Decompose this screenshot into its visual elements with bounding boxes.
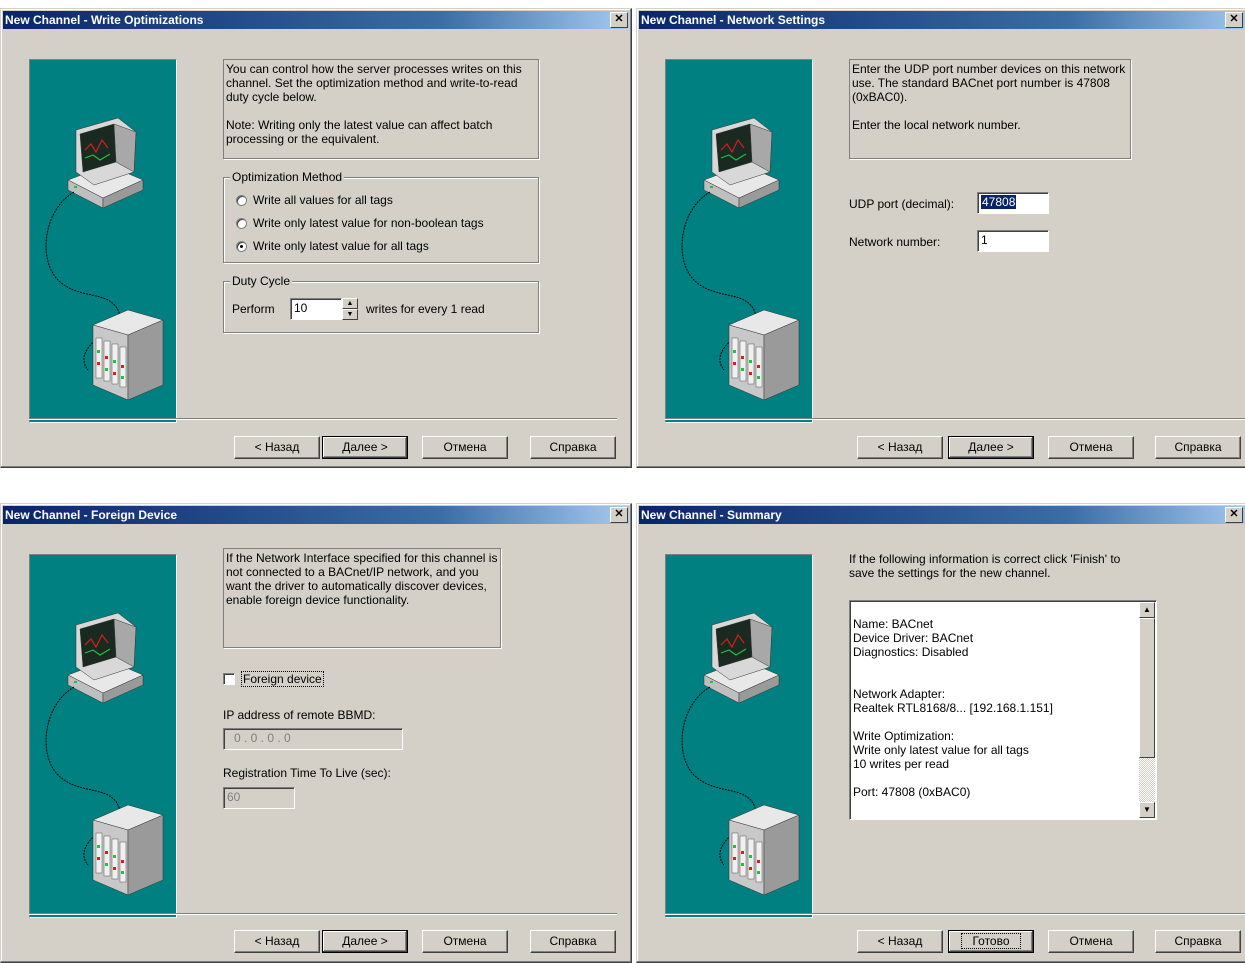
title-bar[interactable]: New Channel - Network Settings ✕	[639, 11, 1245, 29]
network-number-label: Network number:	[849, 235, 941, 249]
title-bar[interactable]: New Channel - Summary ✕	[639, 506, 1245, 524]
scrollbar[interactable]: ▲ ▼	[1139, 602, 1155, 818]
summary-details-text: Name: BACnet Device Driver: BACnet Diagn…	[853, 617, 1053, 799]
next-button[interactable]: Далее >	[322, 436, 408, 459]
title-bar[interactable]: New Channel - Write Optimizations ✕	[3, 11, 629, 29]
udp-port-label: UDP port (decimal):	[849, 197, 955, 211]
network-number-input[interactable]: 1	[977, 230, 1049, 252]
checkbox-label: Foreign device	[241, 671, 324, 687]
computer-plc-network-icon	[665, 59, 813, 423]
foreign-device-checkbox[interactable]: Foreign device	[223, 671, 324, 687]
separator	[665, 913, 1245, 915]
description-text: You can control how the server processes…	[223, 59, 539, 159]
radio-label: Write only latest value for all tags	[253, 239, 429, 253]
close-icon[interactable]: ✕	[1225, 12, 1243, 28]
next-button[interactable]: Далее >	[948, 436, 1034, 459]
perform-spinner[interactable]: ▲ ▼	[342, 298, 358, 320]
radio-icon	[236, 218, 247, 229]
group-label: Duty Cycle	[230, 274, 293, 288]
radio-write-latest-nonboolean[interactable]: Write only latest value for non-boolean …	[236, 215, 484, 231]
help-button[interactable]: Справка	[1155, 436, 1241, 459]
perform-input[interactable]: 10	[290, 298, 342, 320]
bbmd-ip-input[interactable]: 0 . 0 . 0 . 0	[223, 728, 403, 750]
title-bar[interactable]: New Channel - Foreign Device ✕	[3, 506, 629, 524]
radio-label: Write all values for all tags	[253, 193, 393, 207]
udp-port-value: 47808	[981, 195, 1017, 209]
close-icon[interactable]: ✕	[1225, 507, 1243, 523]
optimization-method-group: Optimization Method Write all values for…	[223, 170, 539, 263]
ttl-label: Registration Time To Live (sec):	[223, 766, 391, 780]
ttl-input[interactable]: 60	[223, 787, 295, 809]
close-icon[interactable]: ✕	[610, 12, 628, 28]
summary-dialog: New Channel - Summary ✕ If the following…	[636, 503, 1245, 963]
foreign-device-dialog: New Channel - Foreign Device ✕ If the Ne…	[0, 503, 632, 963]
spin-down-icon[interactable]: ▼	[342, 309, 358, 320]
description-text: Enter the UDP port number devices on thi…	[849, 59, 1131, 159]
close-icon[interactable]: ✕	[610, 507, 628, 523]
back-button[interactable]: < Назад	[857, 436, 943, 459]
bbmd-ip-label: IP address of remote BBMD:	[223, 708, 376, 722]
description-text: If the Network Interface specified for t…	[223, 548, 501, 648]
scroll-down-icon[interactable]: ▼	[1139, 802, 1155, 818]
computer-plc-network-icon	[29, 59, 177, 423]
dialog-title: New Channel - Write Optimizations	[5, 13, 204, 27]
scroll-up-icon[interactable]: ▲	[1139, 602, 1155, 618]
write-optimizations-dialog: New Channel - Write Optimizations ✕ You …	[0, 8, 632, 468]
cancel-button[interactable]: Отмена	[422, 436, 508, 459]
writes-suffix-label: writes for every 1 read	[366, 302, 485, 316]
radio-selected-icon	[236, 241, 247, 252]
help-button[interactable]: Справка	[530, 436, 616, 459]
summary-description: If the following information is correct …	[849, 552, 1121, 580]
spin-up-icon[interactable]: ▲	[342, 298, 358, 309]
group-label: Optimization Method	[230, 170, 345, 184]
back-button[interactable]: < Назад	[234, 436, 320, 459]
computer-plc-network-icon	[665, 554, 813, 918]
separator	[29, 418, 617, 420]
separator	[665, 418, 1245, 420]
finish-label: Готово	[961, 933, 1021, 949]
radio-icon	[236, 195, 247, 206]
udp-port-input[interactable]: 47808	[977, 192, 1049, 214]
network-settings-dialog: New Channel - Network Settings ✕ Enter t…	[636, 8, 1245, 468]
radio-write-latest-all[interactable]: Write only latest value for all tags	[236, 238, 429, 254]
dialog-title: New Channel - Foreign Device	[5, 508, 178, 522]
summary-details-list[interactable]: Name: BACnet Device Driver: BACnet Diagn…	[849, 600, 1157, 820]
radio-write-all[interactable]: Write all values for all tags	[236, 192, 393, 208]
duty-cycle-group: Duty Cycle Perform 10 ▲ ▼ writes for ever…	[223, 274, 539, 333]
scroll-thumb[interactable]	[1139, 618, 1155, 758]
radio-label: Write only latest value for non-boolean …	[253, 216, 484, 230]
perform-label: Perform	[232, 302, 275, 316]
checkbox-icon	[223, 673, 235, 685]
computer-plc-network-icon	[29, 554, 177, 918]
dialog-title: New Channel - Network Settings	[641, 13, 826, 27]
cancel-button[interactable]: Отмена	[1048, 436, 1134, 459]
dialog-title: New Channel - Summary	[641, 508, 782, 522]
separator	[29, 913, 617, 915]
